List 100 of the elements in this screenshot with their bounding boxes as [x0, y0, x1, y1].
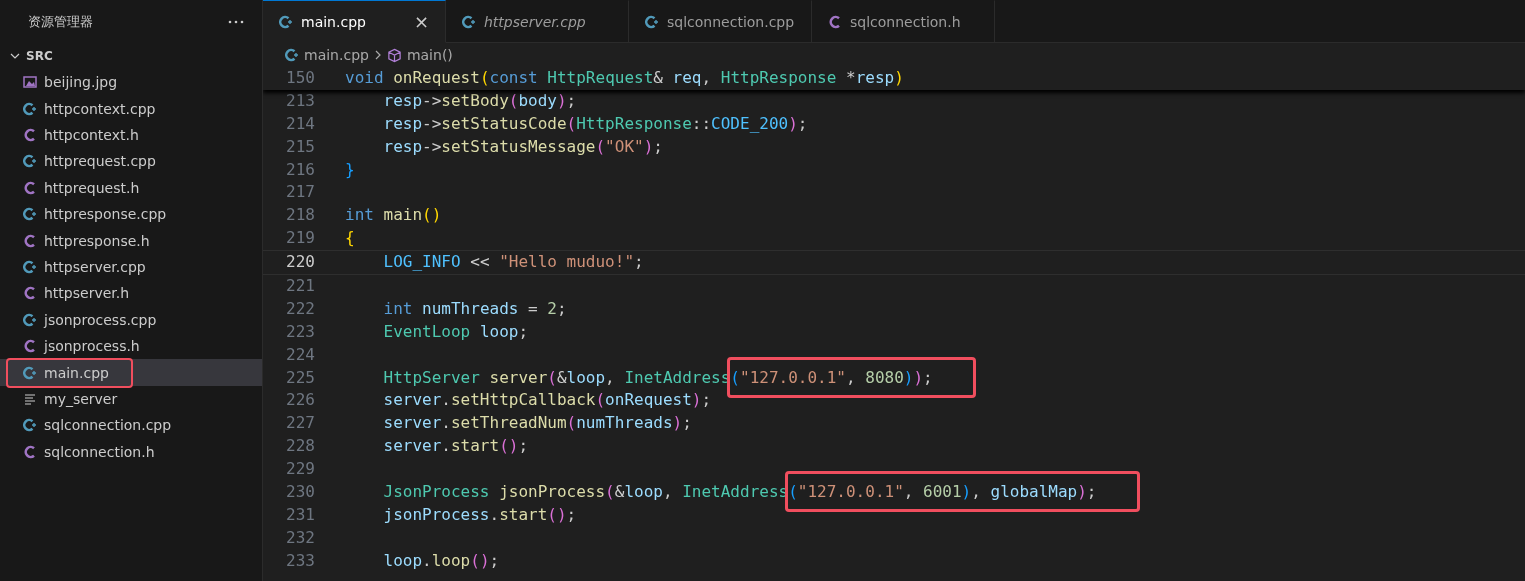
cpp-file-icon — [23, 207, 37, 222]
code-text: loop.loop(); — [382, 550, 500, 570]
line-number: 223 — [285, 320, 315, 343]
file-name: httpresponse.cpp — [44, 206, 167, 223]
c-file-icon — [23, 339, 37, 354]
line-number: 213 — [285, 89, 315, 112]
editor-tab[interactable]: sqlconnection.h — [812, 0, 995, 43]
file-item[interactable]: my_server — [0, 385, 262, 413]
file-name: httprequest.h — [44, 179, 140, 196]
code-text: resp->setBody(body); — [382, 90, 577, 110]
editor-tab[interactable]: sqlconnection.cpp — [629, 0, 812, 43]
cpp-file-icon — [285, 48, 299, 62]
close-button[interactable]: × — [413, 11, 429, 32]
chevron-right-icon — [373, 49, 382, 61]
breadcrumb-item[interactable]: main.cpp — [304, 47, 369, 63]
code-text: server.start(); — [382, 436, 529, 456]
tab-label: httpserver.cpp — [484, 13, 586, 30]
file-item[interactable]: sqlconnection.h — [0, 438, 262, 465]
line-number: 215 — [285, 135, 315, 158]
file-name: my_server — [44, 390, 118, 407]
code-text: int numThreads = 2; — [382, 298, 567, 318]
file-item[interactable]: httpserver.cpp — [0, 253, 262, 281]
c-file-icon — [828, 14, 842, 29]
c-file-icon — [23, 286, 37, 301]
line-number: 233 — [285, 549, 315, 572]
breadcrumb-item[interactable]: main() — [406, 47, 453, 63]
code-text: resp->setStatusCode(HttpResponse::CODE_200); — [382, 113, 808, 133]
file-name: httpserver.h — [44, 285, 130, 302]
line-number: 231 — [285, 503, 315, 526]
file-name: httpserver.cpp — [44, 258, 146, 275]
line-number: 228 — [285, 435, 315, 458]
cpp-file-icon — [23, 312, 37, 327]
image-file-icon — [23, 75, 37, 90]
file-name: httpcontext.cpp — [44, 100, 156, 117]
file-item[interactable]: httpcontext.cpp — [0, 95, 262, 122]
folder-row[interactable]: SRC — [0, 43, 262, 69]
cube-icon — [386, 47, 402, 63]
line-number: 230 — [285, 481, 315, 504]
file-item[interactable]: jsonprocess.cpp — [0, 306, 262, 333]
code-text: { — [345, 228, 355, 248]
cpp-file-icon — [462, 14, 476, 29]
code-text: ("127.0.0.1", 6001), globalMap); — [788, 482, 1097, 502]
code-text: } — [345, 159, 355, 179]
cpp-file-icon — [645, 14, 659, 29]
cpp-file-icon — [23, 154, 37, 169]
cpp-file-icon — [279, 14, 293, 29]
explorer-title: 资源管理器 — [28, 12, 93, 31]
line-number: 219 — [285, 227, 315, 250]
line-number: 150 — [285, 67, 315, 89]
file-name: main.cpp — [44, 364, 109, 381]
c-file-icon — [23, 233, 37, 248]
cpp-file-icon — [23, 101, 37, 116]
line-number: 232 — [285, 526, 315, 549]
line-number: 216 — [285, 158, 315, 181]
file-item[interactable]: httpcontext.h — [0, 121, 262, 149]
c-file-icon — [23, 127, 37, 142]
file-item[interactable]: httprequest.h — [0, 174, 262, 201]
line-number: 227 — [285, 412, 315, 435]
editor-tab[interactable]: httpserver.cpp — [446, 0, 629, 43]
file-name: jsonprocess.cpp — [44, 311, 157, 328]
file-item[interactable]: sqlconnection.cpp — [0, 412, 262, 439]
line-number: 218 — [285, 204, 315, 227]
file-name: httpcontext.h — [44, 126, 139, 143]
tab-label: main.cpp — [301, 13, 366, 30]
file-name: httprequest.cpp — [44, 153, 156, 170]
file-name: sqlconnection.cpp — [44, 417, 172, 434]
code-text: void onRequest(const HttpRequest& req, HttpResponse *resp) — [345, 68, 904, 87]
code-text: JsonProcess jsonProcess(&loop, InetAddress — [382, 482, 789, 502]
line-number: 229 — [285, 458, 315, 481]
file-item[interactable]: jsonprocess.h — [0, 332, 262, 360]
c-file-icon — [23, 444, 37, 459]
line-number: 220 — [285, 251, 315, 274]
file-item[interactable]: httpresponse.h — [0, 227, 262, 254]
code-text: HttpServer server(&loop, InetAddress — [382, 367, 731, 387]
line-number: 214 — [285, 112, 315, 135]
code-text: resp->setStatusMessage("OK"); — [382, 136, 663, 156]
file-item[interactable]: main.cpp — [0, 359, 262, 386]
cpp-file-icon — [23, 365, 37, 380]
file-item[interactable]: beijing.jpg — [0, 69, 262, 96]
line-number: 222 — [285, 297, 315, 320]
tab-label: sqlconnection.cpp — [667, 13, 795, 30]
code-text: LOG_INFO << "Hello muduo!"; — [382, 252, 644, 272]
folder-name: SRC — [26, 49, 53, 63]
code-text: EventLoop loop; — [382, 321, 529, 341]
file-name: beijing.jpg — [44, 74, 118, 91]
code-text: server.setHttpCallback(onRequest); — [382, 390, 712, 410]
file-name: sqlconnection.h — [44, 443, 155, 460]
editor-tab[interactable]: main.cpp × — [263, 0, 446, 43]
file-name: jsonprocess.h — [44, 338, 140, 355]
tab-label: sqlconnection.h — [850, 13, 961, 30]
line-number: 226 — [285, 389, 315, 412]
file-item[interactable]: httpresponse.cpp — [0, 200, 262, 228]
code-text: ("127.0.0.1", 8080)); — [730, 367, 933, 387]
c-file-icon — [23, 180, 37, 195]
file-item[interactable]: httpserver.h — [0, 280, 262, 307]
cpp-file-icon — [23, 418, 37, 433]
file-item[interactable]: httprequest.cpp — [0, 148, 262, 175]
code-text: int main() — [345, 205, 442, 225]
line-number: 221 — [285, 275, 315, 297]
more-icon[interactable] — [228, 19, 244, 24]
